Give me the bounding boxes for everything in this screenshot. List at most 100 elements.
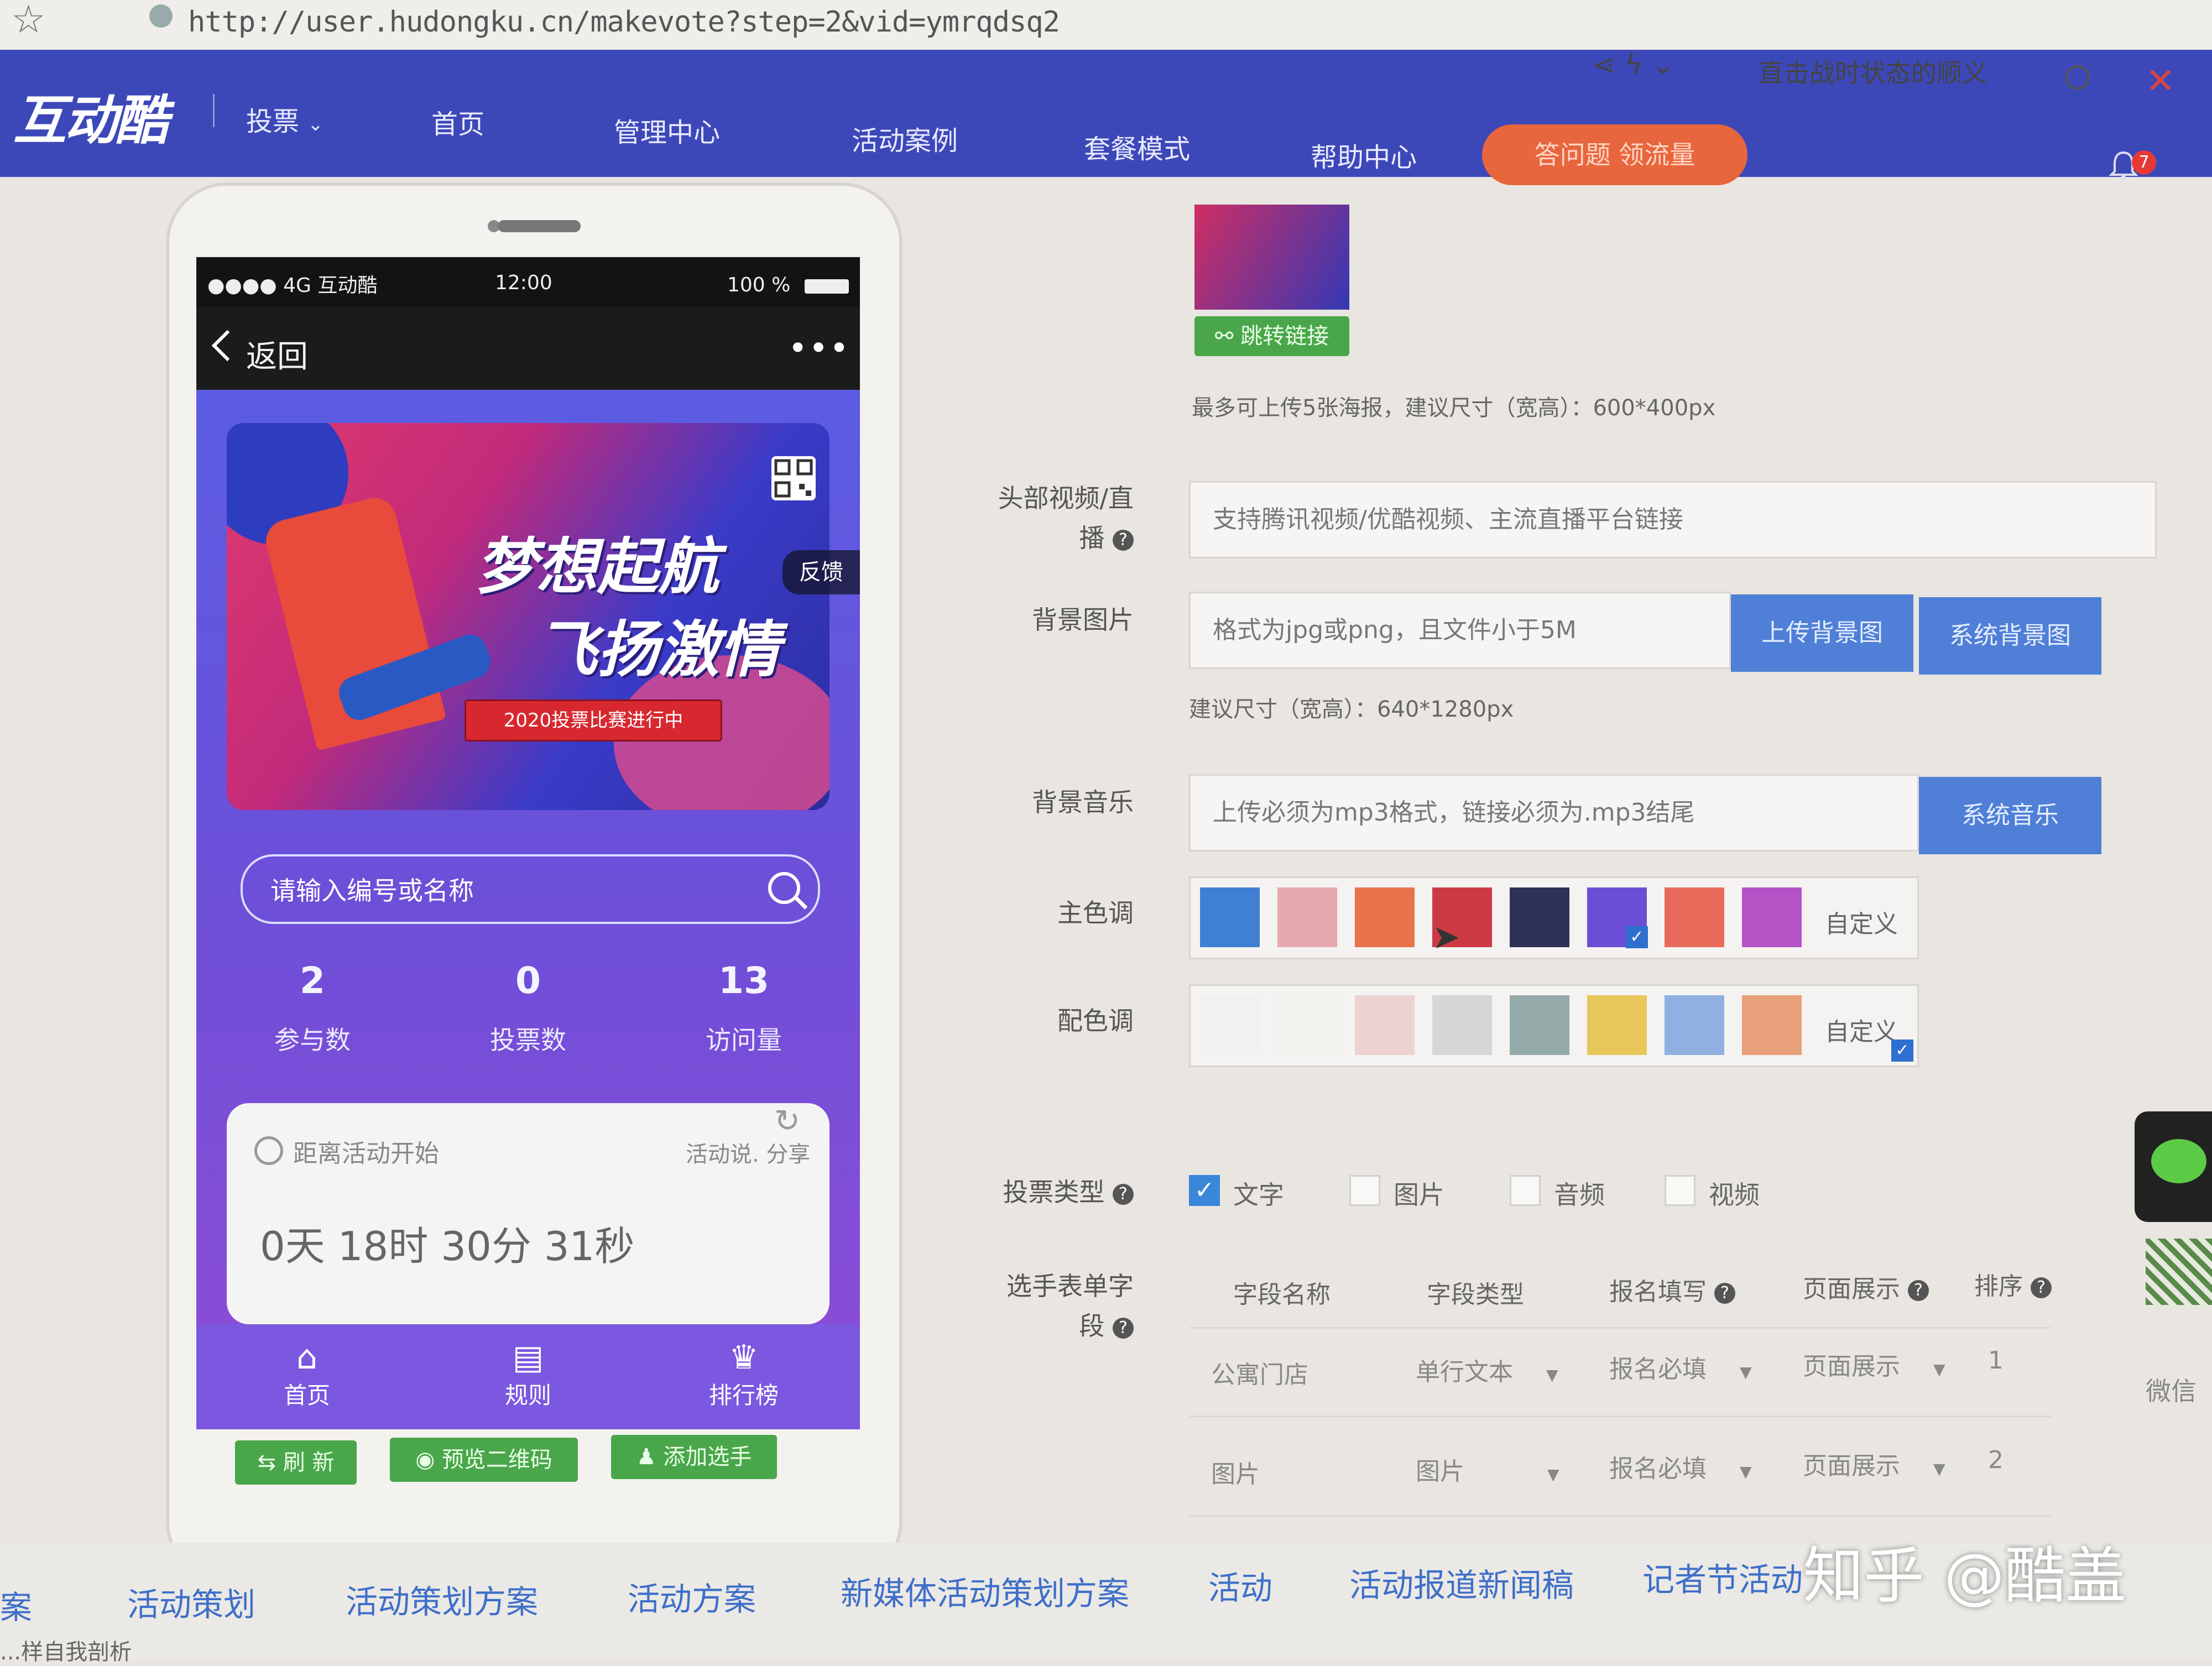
dropdown-icon: ▼	[1546, 1366, 1558, 1384]
column-header-display: 页面展示 ?	[1803, 1269, 1929, 1304]
accent-color-swatch[interactable]	[1432, 995, 1492, 1055]
refresh-icon[interactable]: ↻	[774, 1103, 800, 1139]
system-music-button[interactable]: 系统音乐	[1919, 777, 2101, 854]
accent-color-swatch[interactable]	[1355, 995, 1415, 1055]
vote-type-image-checkbox[interactable]	[1349, 1175, 1380, 1206]
vote-type-text-label[interactable]: 文字	[1233, 1175, 1284, 1211]
table-cell-sort[interactable]: 2	[1988, 1446, 2004, 1474]
tab-home-label: 首页	[283, 1382, 330, 1409]
help-icon[interactable]: ?	[1113, 1183, 1134, 1205]
back-arrow-icon[interactable]	[211, 330, 243, 362]
search-icon[interactable]	[2065, 65, 2090, 90]
feedback-button[interactable]: 反馈	[782, 550, 860, 594]
promo-button[interactable]: 答问题 领流量	[1482, 124, 1747, 185]
browser-tab-title[interactable]: 直击战时状态的顺义	[1759, 53, 1987, 90]
help-icon[interactable]: ?	[1714, 1283, 1735, 1304]
back-button[interactable]: 返回	[246, 332, 308, 377]
table-cell-field-name[interactable]: 公寓门店	[1211, 1355, 1308, 1390]
main-color-swatch[interactable]	[1200, 887, 1260, 947]
main-color-swatch[interactable]	[1510, 887, 1569, 947]
video-label-text: 播	[1079, 523, 1105, 553]
accent-color-swatch[interactable]	[1200, 995, 1260, 1055]
main-color-custom[interactable]: 自定义	[1825, 904, 1898, 939]
footer-link[interactable]: 新媒体活动策划方案	[841, 1568, 1129, 1614]
bookmark-star-icon[interactable]: ☆	[11, 0, 46, 42]
nav-home[interactable]: 首页	[431, 102, 484, 141]
table-select-display[interactable]: 页面展示 ▼	[1803, 1346, 1945, 1382]
accent-color-swatch[interactable]	[1742, 995, 1802, 1055]
dropdown-icon: ▼	[1740, 1463, 1752, 1481]
help-icon[interactable]: ?	[1908, 1280, 1929, 1301]
footer-link[interactable]: 活动方案	[628, 1573, 756, 1620]
accent-color-custom[interactable]: 自定义	[1825, 1012, 1898, 1047]
qr-code-icon[interactable]	[771, 456, 816, 500]
refresh-button[interactable]: ⇆ 刷 新	[235, 1440, 357, 1485]
banner-image[interactable]: 梦想起航 飞扬激情 2020投票比赛进行中	[227, 423, 830, 810]
share-icon[interactable]: ⋖ ϟ ⌄	[1593, 49, 1675, 81]
address-bar[interactable]: http://user.hudongku.cn/makevote?step=2&…	[188, 6, 1060, 39]
main-color-swatch[interactable]	[1665, 887, 1724, 947]
table-select-field-type[interactable]: 图片 ▼	[1416, 1451, 1559, 1487]
more-icon[interactable]: •••	[788, 329, 850, 368]
video-url-input[interactable]: 支持腾讯视频/优酷视频、主流直播平台链接	[1189, 481, 2157, 558]
nav-plans[interactable]: 套餐模式	[1084, 127, 1190, 166]
upload-bg-button[interactable]: 上传背景图	[1731, 594, 1913, 672]
footer-link[interactable]: 记者节活动	[1642, 1554, 1803, 1600]
footer-link[interactable]: 活动报道新闻稿	[1349, 1559, 1574, 1606]
nav-help[interactable]: 帮助中心	[1311, 135, 1417, 174]
vote-type-audio-checkbox[interactable]	[1510, 1175, 1541, 1206]
vote-type-video-label[interactable]: 视频	[1709, 1175, 1760, 1211]
main-color-swatch[interactable]	[1277, 887, 1337, 947]
tab-ranking[interactable]: ♛ 排行榜	[672, 1338, 816, 1411]
footer-link[interactable]: 活动策划	[127, 1579, 255, 1625]
footer-link[interactable]: 案	[0, 1581, 32, 1628]
preview-qr-button[interactable]: ◉ 预览二维码	[390, 1438, 578, 1482]
table-select-signup[interactable]: 报名必填 ▼	[1609, 1449, 1752, 1484]
help-icon[interactable]: ?	[1113, 1317, 1134, 1339]
poster-hint: 最多可上传5张海报，建议尺寸（宽高）：600*400px	[1192, 395, 1716, 421]
music-input[interactable]: 上传必须为mp3格式，链接必须为.mp3结尾	[1189, 774, 1919, 852]
tab-rules[interactable]: ▤ 规则	[456, 1338, 600, 1411]
poster-thumbnail[interactable]	[1194, 205, 1349, 310]
tab-home[interactable]: ⌂ 首页	[235, 1338, 379, 1411]
vote-type-image-label[interactable]: 图片	[1394, 1175, 1444, 1211]
accent-color-swatch[interactable]	[1277, 995, 1337, 1055]
bg-size-hint: 建议尺寸（宽高）：640*1280px	[1189, 697, 1514, 722]
column-header-signup: 报名填写 ?	[1609, 1272, 1735, 1307]
footer-link[interactable]: 活动	[1208, 1562, 1272, 1608]
accent-color-swatch[interactable]	[1587, 995, 1647, 1055]
system-bg-button[interactable]: 系统背景图	[1919, 597, 2101, 675]
vote-type-audio-label[interactable]: 音频	[1554, 1175, 1605, 1211]
table-select-display[interactable]: 页面展示 ▼	[1803, 1446, 1945, 1481]
main-color-swatch[interactable]	[1742, 887, 1802, 947]
jump-link-button[interactable]: ⚯ 跳转链接	[1194, 316, 1349, 356]
help-icon[interactable]: ?	[2031, 1277, 2052, 1298]
close-icon[interactable]: ✕	[2146, 61, 2176, 102]
search-icon-handle	[794, 896, 808, 910]
main-color-label: 主色调	[1057, 898, 1134, 928]
stat-votes-label: 投票数	[490, 1025, 566, 1055]
field-type-value: 单行文本	[1416, 1358, 1513, 1386]
accent-color-swatch[interactable]	[1665, 995, 1724, 1055]
table-select-signup[interactable]: 报名必填 ▼	[1609, 1349, 1752, 1385]
table-cell-sort[interactable]: 1	[1988, 1346, 2004, 1375]
site-logo[interactable]: 互动酷	[13, 77, 168, 154]
rules-share-links[interactable]: 活动说. 分享	[686, 1136, 810, 1168]
footer-link[interactable]: 活动策划方案	[346, 1576, 538, 1622]
phone-search-box[interactable]: 请输入编号或名称	[241, 854, 820, 924]
vote-type-text-checkbox[interactable]: ✓	[1189, 1175, 1220, 1206]
table-cell-field-name[interactable]: 图片	[1211, 1454, 1260, 1490]
nav-vote-menu[interactable]: 投票 ⌄	[246, 100, 324, 138]
nav-cases[interactable]: 活动案例	[852, 119, 958, 158]
accent-color-swatch[interactable]	[1510, 995, 1569, 1055]
vote-type-video-checkbox[interactable]	[1665, 1175, 1695, 1206]
table-select-field-type[interactable]: 单行文本 ▼	[1416, 1352, 1558, 1387]
help-icon[interactable]: ?	[1113, 529, 1134, 551]
banner-title-1: 梦想起航	[476, 531, 719, 602]
phone-title-bar: 返回 •••	[196, 307, 860, 390]
main-color-swatch[interactable]	[1355, 887, 1415, 947]
bg-image-input[interactable]: 格式为jpg或png，且文件小于5M	[1189, 592, 1731, 669]
wechat-icon[interactable]	[2151, 1139, 2206, 1183]
nav-admin-center[interactable]: 管理中心	[614, 111, 720, 149]
add-player-button[interactable]: ♟ 添加选手	[611, 1435, 777, 1479]
